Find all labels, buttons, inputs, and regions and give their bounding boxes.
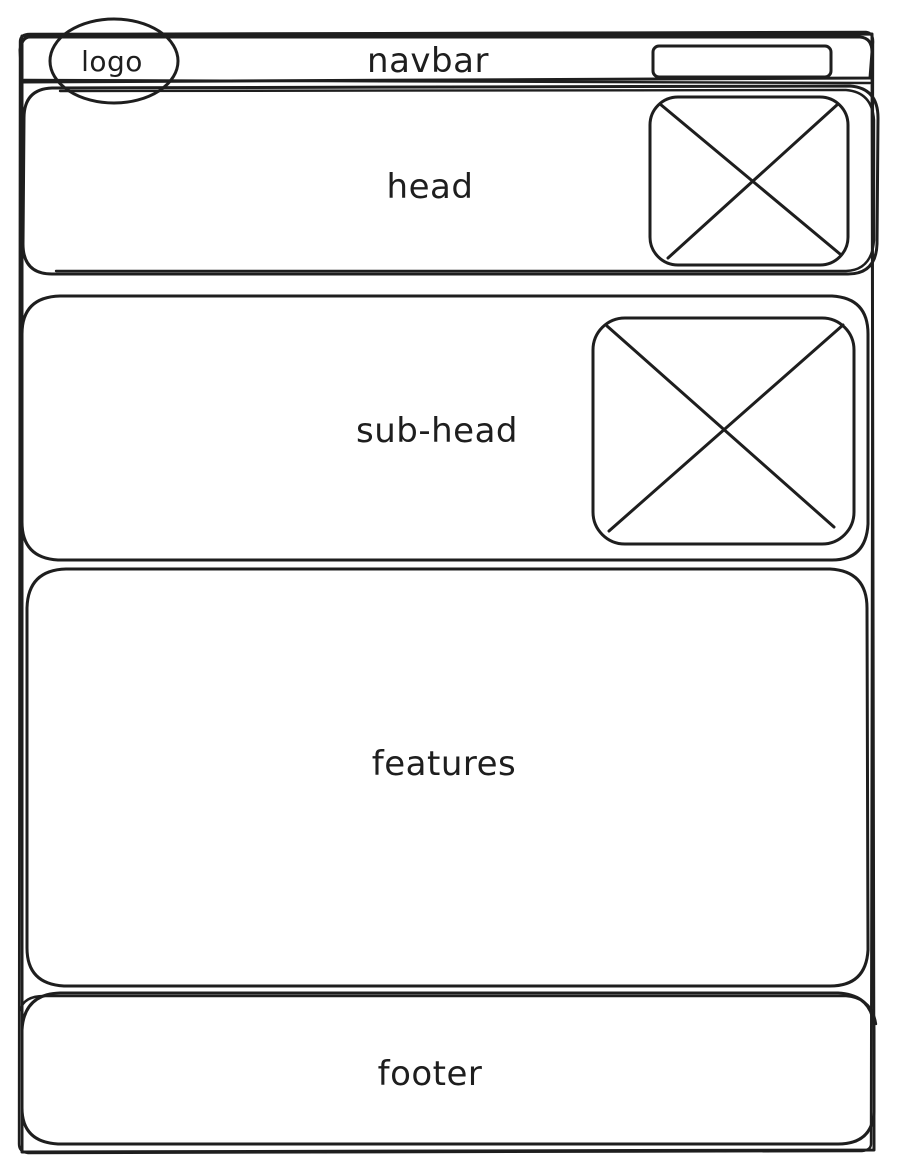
subhead-label: sub-head	[356, 411, 518, 451]
footer-frame-echo	[18, 994, 878, 1026]
head-image-cross	[658, 102, 842, 260]
navbar-label: navbar	[367, 41, 489, 81]
features-label: features	[371, 744, 517, 784]
subhead-image-cross	[605, 323, 845, 533]
navbar-button-shape	[651, 44, 833, 79]
footer-label: footer	[377, 1054, 483, 1094]
head-label: head	[386, 167, 474, 207]
logo-label: logo	[81, 45, 143, 78]
